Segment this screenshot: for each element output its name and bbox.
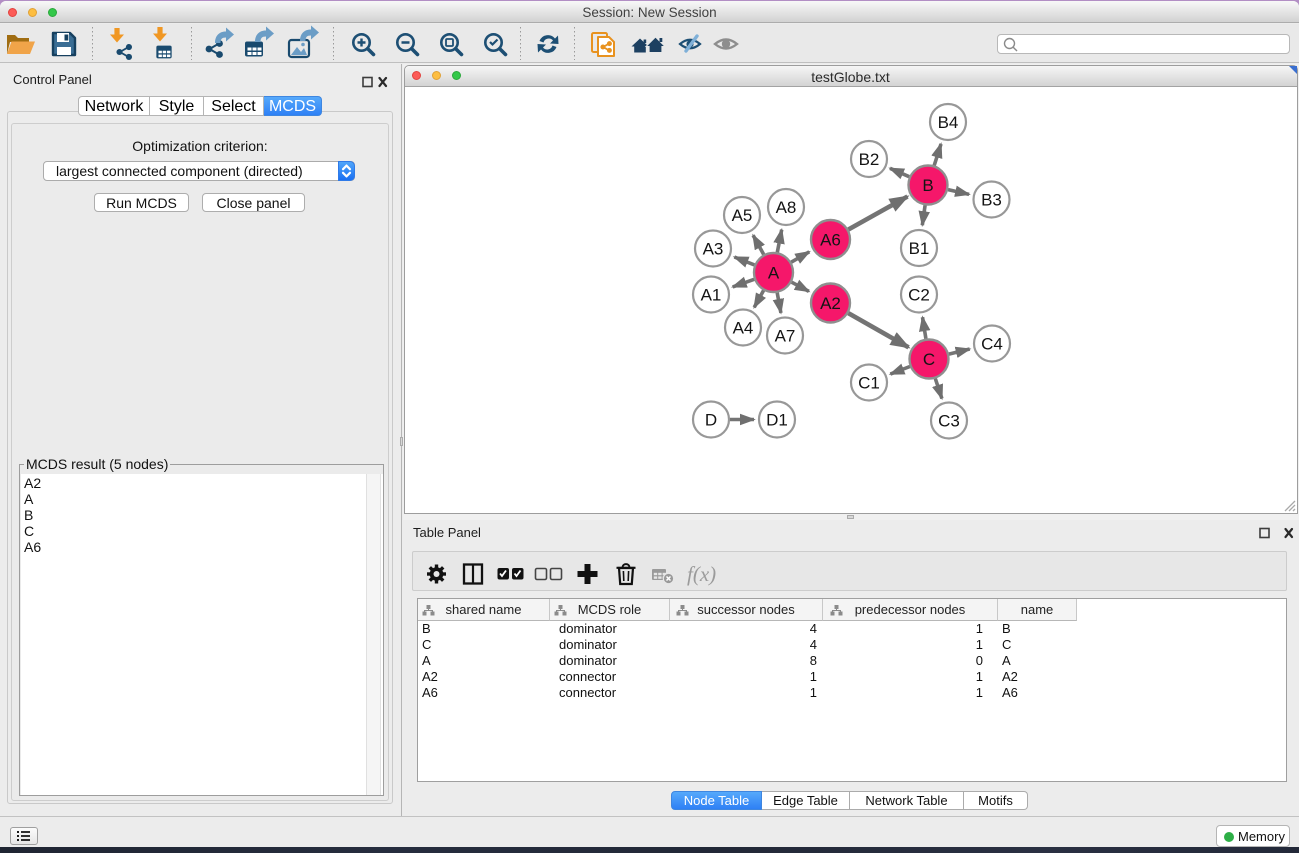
svg-text:A7: A7: [774, 326, 795, 345]
svg-text:B2: B2: [858, 149, 879, 168]
svg-text:A3: A3: [702, 239, 723, 258]
svg-text:C4: C4: [981, 334, 1003, 353]
svg-text:A1: A1: [700, 285, 721, 304]
svg-text:C: C: [922, 349, 934, 368]
svg-text:B: B: [922, 175, 933, 194]
svg-text:A4: A4: [732, 318, 753, 337]
svg-text:D: D: [704, 410, 716, 429]
svg-text:B3: B3: [981, 190, 1002, 209]
svg-text:C3: C3: [938, 411, 960, 430]
svg-text:C1: C1: [858, 373, 880, 392]
svg-text:f(x): f(x): [687, 562, 716, 586]
svg-text:A5: A5: [731, 205, 752, 224]
svg-text:B1: B1: [908, 238, 929, 257]
svg-text:D1: D1: [766, 410, 788, 429]
svg-text:A6: A6: [820, 230, 841, 249]
svg-text:A: A: [767, 263, 779, 282]
svg-text:C2: C2: [908, 285, 930, 304]
svg-text:A2: A2: [820, 293, 841, 312]
svg-text:A8: A8: [775, 197, 796, 216]
svg-text:B4: B4: [937, 112, 958, 131]
